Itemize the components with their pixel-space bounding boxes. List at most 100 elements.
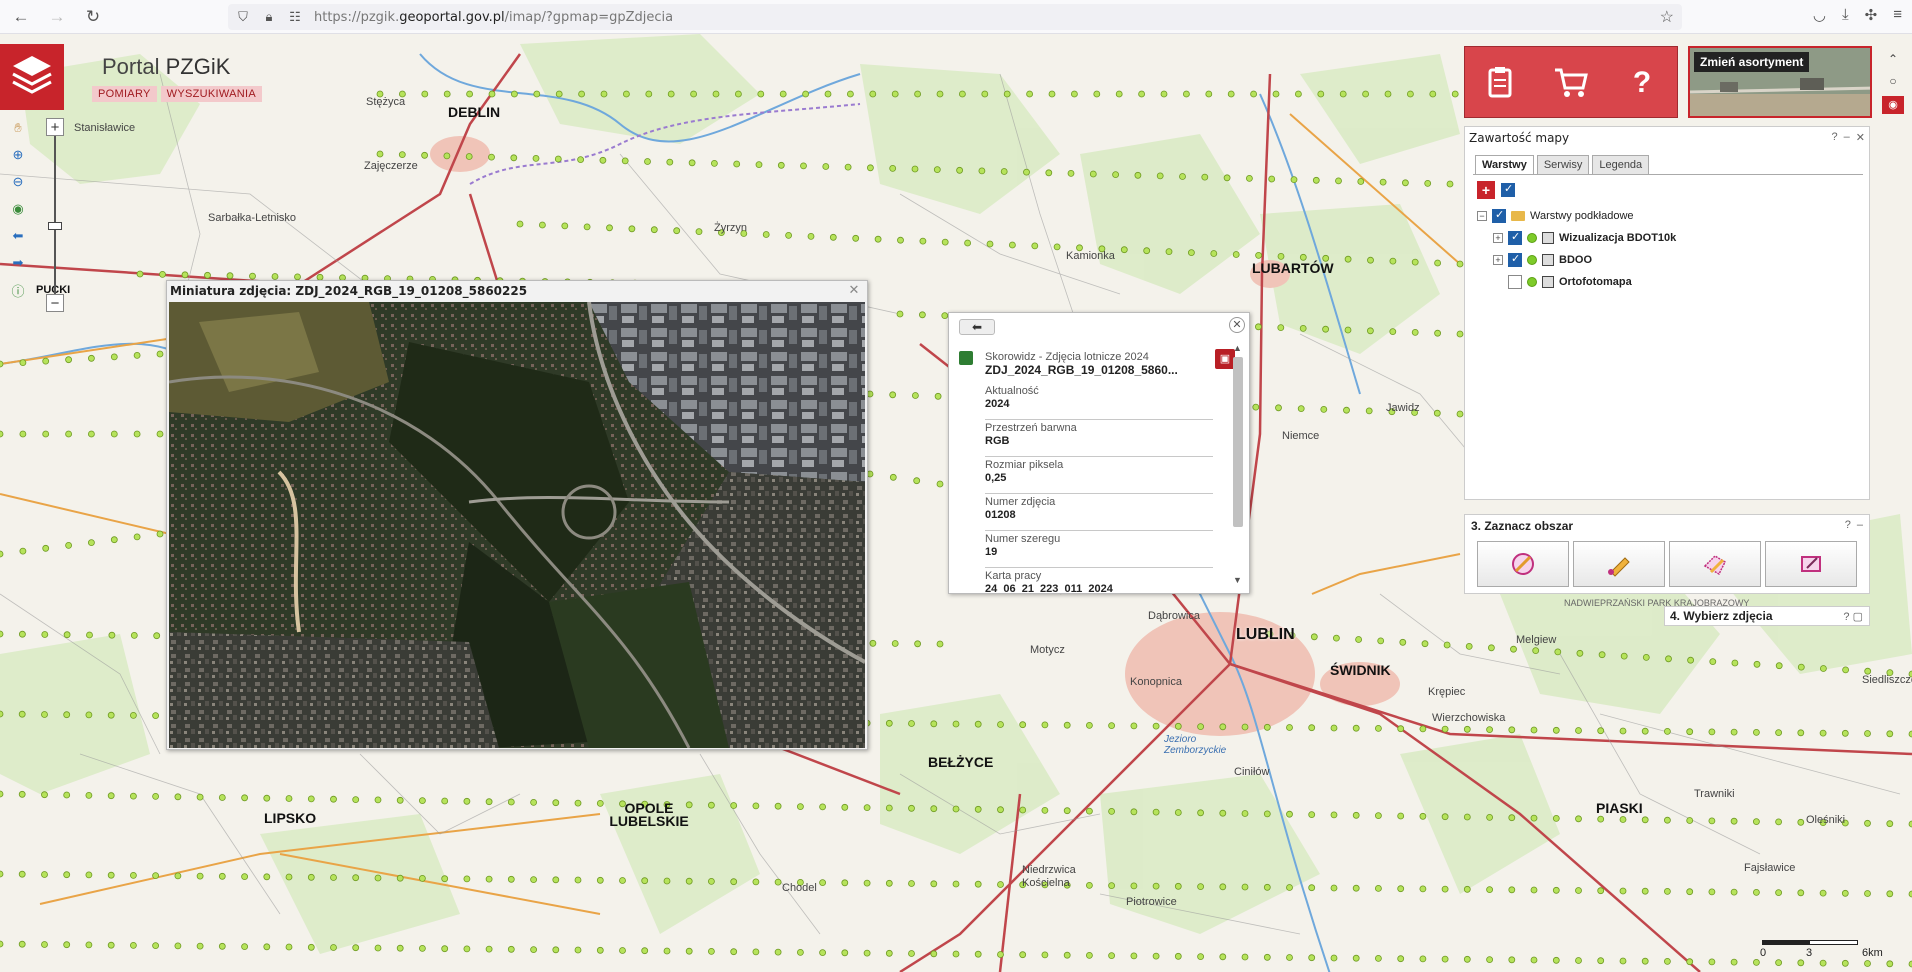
photo-centre-dot[interactable] <box>1441 885 1449 893</box>
photo-centre-dot[interactable] <box>1433 409 1441 417</box>
photo-centre-dot[interactable] <box>330 944 337 951</box>
photo-centre-dot[interactable] <box>908 880 915 887</box>
photo-centre-dot[interactable] <box>1419 812 1427 820</box>
photo-centre-dot[interactable] <box>1089 170 1097 178</box>
photo-centre-dot[interactable] <box>1174 809 1182 816</box>
photo-centre-dot[interactable] <box>1379 178 1387 186</box>
photo-centre-dot[interactable] <box>1310 633 1318 641</box>
photo-centre-dot[interactable] <box>708 801 715 809</box>
photo-centre-dot[interactable] <box>574 876 582 884</box>
photo-centre-dot[interactable] <box>1023 168 1030 176</box>
photo-centre-dot[interactable] <box>1286 954 1293 961</box>
photo-centre-dot[interactable] <box>914 90 921 98</box>
clear-selection-button[interactable] <box>1477 541 1569 587</box>
photo-centre-dot[interactable] <box>554 155 562 163</box>
photo-centre-dot[interactable] <box>852 234 860 242</box>
back-arrow-button[interactable]: ⬅ <box>959 319 995 335</box>
photo-centre-dot[interactable] <box>1241 723 1249 731</box>
photo-centre-dot[interactable] <box>1152 882 1160 890</box>
photo-centre-dot[interactable] <box>18 940 26 948</box>
photo-centre-dot[interactable] <box>774 878 782 886</box>
photo-centre-dot[interactable] <box>708 878 715 885</box>
photo-centre-dot[interactable] <box>621 157 629 165</box>
photo-centre-dot[interactable] <box>129 872 137 879</box>
photo-centre-dot[interactable] <box>1308 724 1316 732</box>
photo-centre-dot[interactable] <box>153 632 161 640</box>
photo-centre-dot[interactable] <box>800 162 807 170</box>
photo-centre-dot[interactable] <box>666 158 674 166</box>
photo-centre-dot[interactable] <box>1434 329 1441 337</box>
photo-centre-dot[interactable] <box>1277 252 1285 260</box>
photo-centre-dot[interactable] <box>65 356 72 364</box>
photo-centre-dot[interactable] <box>1365 407 1373 415</box>
help-icon[interactable]: ? <box>1845 519 1851 531</box>
photo-centre-dot[interactable] <box>271 273 279 280</box>
photo-centre-dot[interactable] <box>1197 953 1204 960</box>
photo-centre-dot[interactable] <box>1112 171 1119 179</box>
photo-centre-dot[interactable] <box>0 430 4 438</box>
photo-centre-dot[interactable] <box>1152 808 1160 816</box>
photo-centre-dot[interactable] <box>889 164 897 172</box>
photo-centre-dot[interactable] <box>1407 90 1414 98</box>
photo-centre-dot[interactable] <box>644 158 651 165</box>
photo-centre-dot[interactable] <box>1575 727 1582 734</box>
photo-centre-dot[interactable] <box>1375 955 1382 962</box>
photo-centre-dot[interactable] <box>1045 169 1053 177</box>
photo-centre-dot[interactable] <box>1286 884 1293 891</box>
close-icon[interactable]: ✕ <box>1856 131 1865 144</box>
photo-centre-dot[interactable] <box>1819 889 1827 897</box>
photo-centre-dot[interactable] <box>63 791 71 799</box>
photo-centre-dot[interactable] <box>463 875 471 883</box>
photo-centre-dot[interactable] <box>1510 645 1517 653</box>
photo-centre-dot[interactable] <box>241 794 249 802</box>
expand-toggle[interactable]: + <box>1493 233 1503 243</box>
eye-icon[interactable]: ◉ <box>1882 96 1904 114</box>
photo-centre-dot[interactable] <box>1708 728 1716 736</box>
photo-centre-dot[interactable] <box>1441 813 1449 821</box>
photo-centre-dot[interactable] <box>441 875 449 883</box>
photo-centre-dot[interactable] <box>1003 90 1011 98</box>
photo-centre-dot[interactable] <box>596 876 604 884</box>
photo-centre-dot[interactable] <box>841 949 849 957</box>
photo-centre-dot[interactable] <box>1335 177 1342 185</box>
photo-centre-dot[interactable] <box>981 90 989 98</box>
photo-centre-dot[interactable] <box>263 794 271 802</box>
photo-centre-dot[interactable] <box>418 797 426 804</box>
photo-centre-dot[interactable] <box>241 873 249 880</box>
photo-centre-dot[interactable] <box>997 881 1004 888</box>
photo-centre-dot[interactable] <box>1575 887 1582 894</box>
photo-centre-dot[interactable] <box>1308 884 1316 892</box>
photo-centre-dot[interactable] <box>463 797 471 805</box>
photo-centre-dot[interactable] <box>1241 883 1249 891</box>
photo-centre-dot[interactable] <box>1463 955 1471 963</box>
photo-centre-dot[interactable] <box>1886 890 1894 898</box>
photo-centre-dot[interactable] <box>129 942 137 949</box>
photo-centre-dot[interactable] <box>1108 722 1115 729</box>
photo-centre-dot[interactable] <box>443 90 451 98</box>
photo-centre-dot[interactable] <box>374 874 382 882</box>
photo-centre-dot[interactable] <box>85 871 93 879</box>
photo-centre-dot[interactable] <box>465 153 473 160</box>
photo-centre-dot[interactable] <box>376 150 384 158</box>
photo-centre-dot[interactable] <box>516 220 524 228</box>
minimize-icon[interactable]: – <box>1857 519 1863 531</box>
photo-centre-dot[interactable] <box>552 946 560 954</box>
photo-centre-dot[interactable] <box>181 271 189 279</box>
photo-centre-dot[interactable] <box>1665 655 1672 663</box>
photo-centre-dot[interactable] <box>1664 888 1671 895</box>
previous-view-icon[interactable]: ⬅ <box>6 226 30 246</box>
photo-centre-dot[interactable] <box>1093 90 1101 98</box>
photo-centre-dot[interactable] <box>695 228 703 236</box>
photo-centre-dot[interactable] <box>1367 256 1374 264</box>
photo-centre-dot[interactable] <box>1465 643 1473 650</box>
tab-warstwy[interactable]: Warstwy <box>1475 155 1534 175</box>
photo-centre-dot[interactable] <box>0 360 4 368</box>
photo-centre-dot[interactable] <box>1456 330 1464 338</box>
photo-centre-dot[interactable] <box>1210 250 1218 257</box>
photo-centre-dot[interactable] <box>1255 251 1262 259</box>
photo-centre-dot[interactable] <box>1223 174 1231 182</box>
photo-centre-dot[interactable] <box>885 804 893 812</box>
photo-centre-dot[interactable] <box>807 232 815 240</box>
photo-centre-dot[interactable] <box>619 947 626 954</box>
photo-centre-dot[interactable] <box>867 164 874 172</box>
